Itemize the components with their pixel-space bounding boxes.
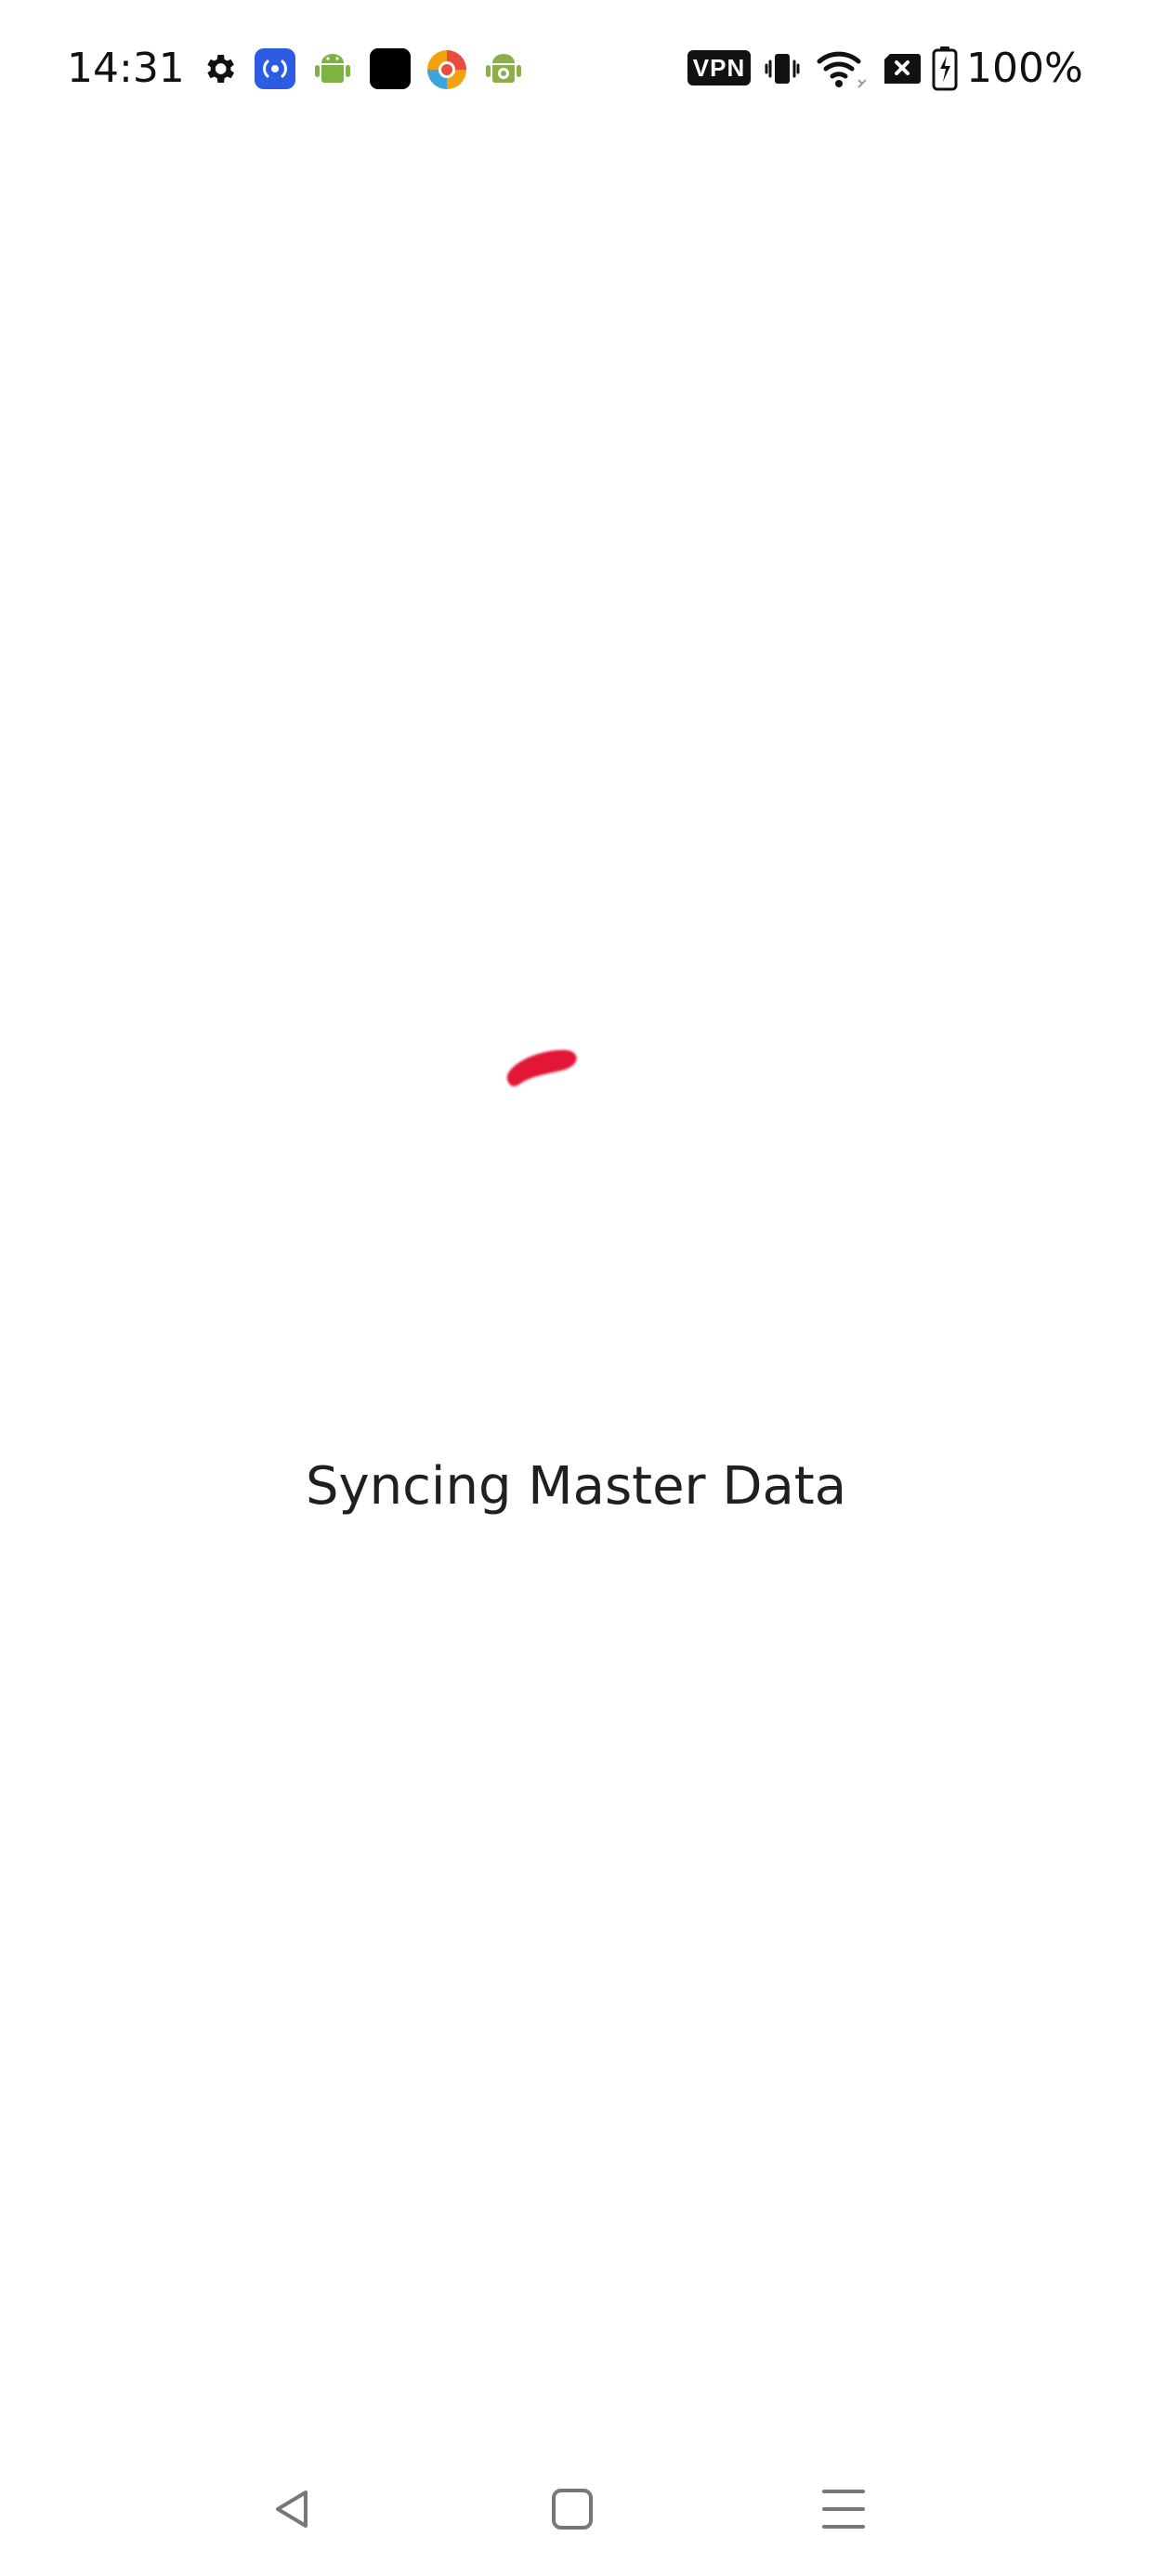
android-badge-icon xyxy=(483,48,524,93)
wifi-icon xyxy=(816,46,867,95)
battery-charging-icon xyxy=(931,45,959,95)
status-bar: 14:31 VPN 100% xyxy=(0,0,1152,139)
home-button[interactable] xyxy=(517,2453,628,2565)
syncing-status-text: Syncing Master Data xyxy=(305,1456,847,1517)
navigation-bar xyxy=(0,2453,1152,2576)
browser-app-icon xyxy=(425,48,468,95)
vpn-icon: VPN xyxy=(687,50,751,85)
loading-spinner-icon xyxy=(500,1039,583,1095)
black-app-icon xyxy=(370,48,411,93)
back-button[interactable] xyxy=(236,2453,347,2565)
vpn-label: VPN xyxy=(692,53,746,82)
battery-percentage: 100% xyxy=(966,45,1083,92)
recents-button[interactable] xyxy=(788,2453,899,2565)
home-icon xyxy=(552,2489,593,2530)
menu-icon xyxy=(822,2490,865,2529)
status-time: 14:31 xyxy=(67,45,185,92)
back-icon xyxy=(276,2491,308,2528)
android-icon xyxy=(312,48,353,93)
broadcast-app-icon xyxy=(255,48,295,93)
vibrate-icon xyxy=(762,48,803,93)
no-sim-icon xyxy=(881,50,922,91)
settings-icon xyxy=(201,50,238,91)
